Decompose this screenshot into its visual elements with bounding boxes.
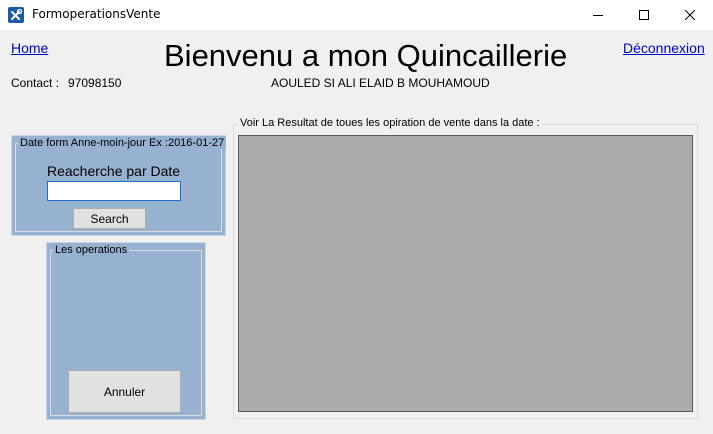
contact-value: 97098150 bbox=[68, 76, 122, 90]
form-client-area: Home Bienvenu a mon Quincaillerie Déconn… bbox=[0, 30, 713, 434]
operations-groupbox-caption: Les operations bbox=[53, 244, 130, 256]
minimize-icon bbox=[593, 15, 603, 16]
cancel-button[interactable]: Annuler bbox=[68, 370, 181, 413]
owner-name: AOULED SI ALI ELAID B MOUHAMOUD bbox=[271, 76, 490, 90]
window-title: FormoperationsVente bbox=[32, 7, 161, 21]
maximize-button[interactable] bbox=[621, 0, 667, 30]
search-button[interactable]: Search bbox=[73, 208, 146, 229]
maximize-icon bbox=[639, 10, 649, 20]
date-input[interactable] bbox=[47, 181, 181, 201]
search-panel: Date form Anne-moin-jour Ex :2016-01-27 … bbox=[11, 135, 227, 236]
close-button[interactable] bbox=[667, 0, 713, 30]
page-title: Bienvenu a mon Quincaillerie bbox=[164, 38, 568, 73]
contact-label: Contact : bbox=[11, 76, 60, 90]
minimize-button[interactable] bbox=[575, 0, 621, 30]
search-heading: Reacherche par Date bbox=[47, 163, 181, 179]
title-bar[interactable]: FormoperationsVente bbox=[0, 0, 713, 30]
close-icon bbox=[685, 10, 695, 20]
results-data-grid[interactable] bbox=[238, 135, 693, 412]
search-groupbox-caption: Date form Anne-moin-jour Ex :2016-01-27 bbox=[18, 137, 227, 149]
operations-panel: Les operations Annuler bbox=[46, 242, 206, 420]
logout-link[interactable]: Déconnexion bbox=[623, 40, 705, 56]
results-groupbox-caption: Voir La Resultat de toues les opiration … bbox=[238, 117, 542, 129]
wrench-screwdriver-icon bbox=[8, 7, 24, 23]
home-link[interactable]: Home bbox=[11, 40, 48, 56]
